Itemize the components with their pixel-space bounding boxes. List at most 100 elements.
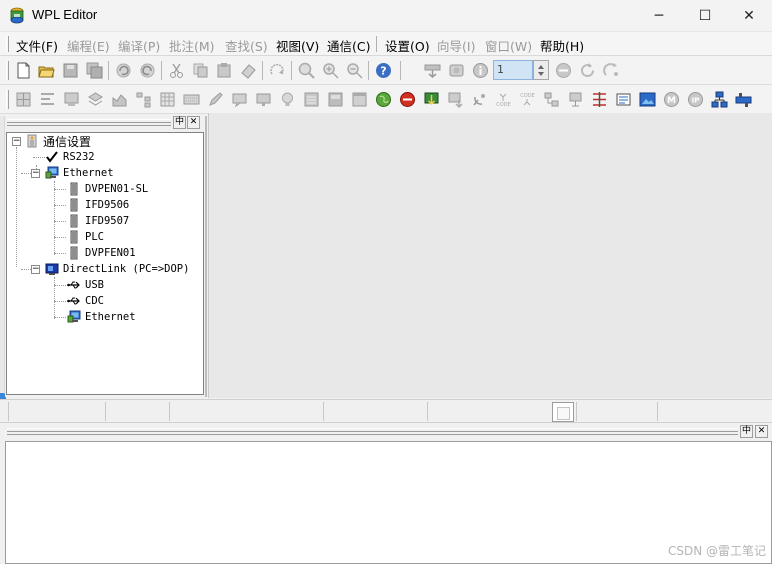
ip-badge-icon[interactable]: IP bbox=[687, 91, 704, 108]
zoom-level-input[interactable]: 1 bbox=[493, 60, 533, 80]
link-icon[interactable] bbox=[615, 91, 632, 108]
output-pin-button[interactable]: 中 bbox=[740, 425, 753, 438]
refresh-arrow-icon[interactable] bbox=[269, 62, 286, 79]
panel-pin-button[interactable]: 中 bbox=[173, 116, 186, 129]
tree-node-ifd9507[interactable]: IFD9507 bbox=[67, 213, 129, 229]
panel-tool-icon[interactable] bbox=[327, 91, 344, 108]
toolbar-separator bbox=[400, 61, 401, 80]
red-stop-icon[interactable] bbox=[399, 91, 416, 108]
menu-wizard[interactable]: 向导(I) bbox=[437, 36, 475, 55]
monitor-tool-icon[interactable] bbox=[255, 91, 272, 108]
zoom-icon[interactable] bbox=[298, 62, 315, 79]
eraser-icon[interactable] bbox=[240, 62, 257, 79]
lamp-tool-icon[interactable] bbox=[279, 91, 296, 108]
tree-node-rs232[interactable]: RS232 bbox=[45, 149, 95, 165]
tree-collapse-toggle[interactable]: − bbox=[31, 265, 40, 274]
menu-file[interactable]: 文件(F) bbox=[16, 36, 58, 55]
download-icon[interactable] bbox=[424, 62, 441, 79]
redo-icon[interactable] bbox=[139, 62, 156, 79]
minimize-button[interactable]: ─ bbox=[636, 0, 682, 32]
output-text-area[interactable] bbox=[5, 441, 772, 564]
spin-down-icon[interactable] bbox=[538, 72, 544, 76]
tree-node-ethernet[interactable]: Ethernet bbox=[45, 165, 114, 181]
tree-tool-icon[interactable] bbox=[135, 91, 152, 108]
svg-text:IP: IP bbox=[692, 97, 700, 105]
menu-find[interactable]: 查找(S) bbox=[225, 36, 268, 55]
upload-device-icon[interactable] bbox=[447, 91, 464, 108]
tree-collapse-toggle[interactable]: − bbox=[12, 137, 21, 146]
image-icon[interactable] bbox=[639, 91, 656, 108]
info-icon[interactable] bbox=[472, 62, 489, 79]
toolbar-grip bbox=[6, 90, 9, 109]
message-tool-icon[interactable] bbox=[231, 91, 248, 108]
copy-icon[interactable] bbox=[192, 62, 209, 79]
device-icon[interactable] bbox=[448, 62, 465, 79]
panel-close-button[interactable]: ✕ bbox=[187, 116, 200, 129]
layer-tool-icon[interactable] bbox=[87, 91, 104, 108]
save-icon[interactable] bbox=[62, 62, 79, 79]
code-upload-icon[interactable]: CODE bbox=[519, 91, 536, 108]
save-all-icon[interactable] bbox=[86, 62, 103, 79]
output-close-button[interactable]: ✕ bbox=[755, 425, 768, 438]
tree-node-dvpfen01[interactable]: DVPFEN01 bbox=[67, 245, 136, 261]
zoom-spinner[interactable] bbox=[533, 60, 549, 80]
compile-icon[interactable] bbox=[567, 91, 584, 108]
paste-icon[interactable] bbox=[216, 62, 233, 79]
editor-workspace[interactable] bbox=[208, 113, 772, 398]
menu-view[interactable]: 视图(V) bbox=[276, 36, 319, 55]
ladder-icon[interactable] bbox=[591, 91, 608, 108]
green-globe-icon[interactable] bbox=[375, 91, 392, 108]
close-button[interactable]: ✕ bbox=[726, 0, 772, 32]
status-indicator-box[interactable] bbox=[552, 402, 574, 422]
sync-icon[interactable] bbox=[603, 62, 620, 79]
tree-node-directlink[interactable]: DirectLink (PC=>DOP) bbox=[45, 261, 189, 277]
zoom-in-icon[interactable] bbox=[322, 62, 339, 79]
tree-node-label: 通信设置 bbox=[43, 134, 92, 149]
tree-node-dvpen01-sl[interactable]: DVPEN01-SL bbox=[67, 181, 148, 197]
tree-collapse-toggle[interactable]: − bbox=[31, 169, 40, 178]
tree-node-comm-settings[interactable]: 通信设置 bbox=[25, 133, 91, 149]
keyboard-tool-icon[interactable] bbox=[183, 91, 200, 108]
code-tool-icon[interactable]: CODE bbox=[495, 91, 512, 108]
menu-communication[interactable]: 通信(C) bbox=[327, 36, 370, 55]
spin-up-icon[interactable] bbox=[538, 65, 544, 69]
grid-tool-icon[interactable] bbox=[15, 91, 32, 108]
window-tool-icon[interactable] bbox=[351, 91, 368, 108]
transfer-icon[interactable] bbox=[543, 91, 560, 108]
menu-help[interactable]: 帮助(H) bbox=[540, 36, 584, 55]
tree-node-label: DVPFEN01 bbox=[85, 247, 136, 259]
download-device-icon[interactable] bbox=[423, 91, 440, 108]
menu-compile[interactable]: 编译(P) bbox=[118, 36, 160, 55]
pen-tool-icon[interactable] bbox=[207, 91, 224, 108]
new-file-icon[interactable] bbox=[15, 62, 32, 79]
align-tool-icon[interactable] bbox=[39, 91, 56, 108]
menu-edit[interactable]: 编程(E) bbox=[67, 36, 110, 55]
chart-tool-icon[interactable] bbox=[111, 91, 128, 108]
table-tool-icon[interactable] bbox=[159, 91, 176, 108]
satellite-icon[interactable] bbox=[471, 91, 488, 108]
maximize-button[interactable]: ☐ bbox=[682, 0, 728, 32]
list-tool-icon[interactable] bbox=[303, 91, 320, 108]
network-icon[interactable] bbox=[711, 91, 728, 108]
output-panel: 中 ✕ bbox=[0, 424, 772, 564]
m-badge-icon[interactable]: M bbox=[663, 91, 680, 108]
menu-settings[interactable]: 设置(O) bbox=[385, 36, 430, 55]
tree-node-plc[interactable]: PLC bbox=[67, 229, 104, 245]
settings-tool-icon[interactable] bbox=[735, 91, 752, 108]
menu-comment[interactable]: 批注(M) bbox=[169, 36, 215, 55]
open-folder-icon[interactable] bbox=[38, 62, 55, 79]
tree-node-ifd9506[interactable]: IFD9506 bbox=[67, 197, 129, 213]
stop-icon[interactable] bbox=[555, 62, 572, 79]
zoom-out-icon[interactable] bbox=[346, 62, 363, 79]
reload-icon[interactable] bbox=[579, 62, 596, 79]
menu-window[interactable]: 窗口(W) bbox=[485, 36, 532, 55]
cut-icon[interactable] bbox=[168, 62, 185, 79]
tree-node-usb[interactable]: USB bbox=[67, 277, 104, 293]
menu-separator bbox=[376, 36, 377, 52]
tree-node-cdc[interactable]: CDC bbox=[67, 293, 104, 309]
object-toolbar: CODE CODE M IP bbox=[0, 85, 772, 114]
tree-node-directlink-ethernet[interactable]: Ethernet bbox=[67, 309, 136, 325]
screen-tool-icon[interactable] bbox=[63, 91, 80, 108]
help-icon[interactable]: ? bbox=[375, 62, 392, 79]
undo-icon[interactable] bbox=[115, 62, 132, 79]
